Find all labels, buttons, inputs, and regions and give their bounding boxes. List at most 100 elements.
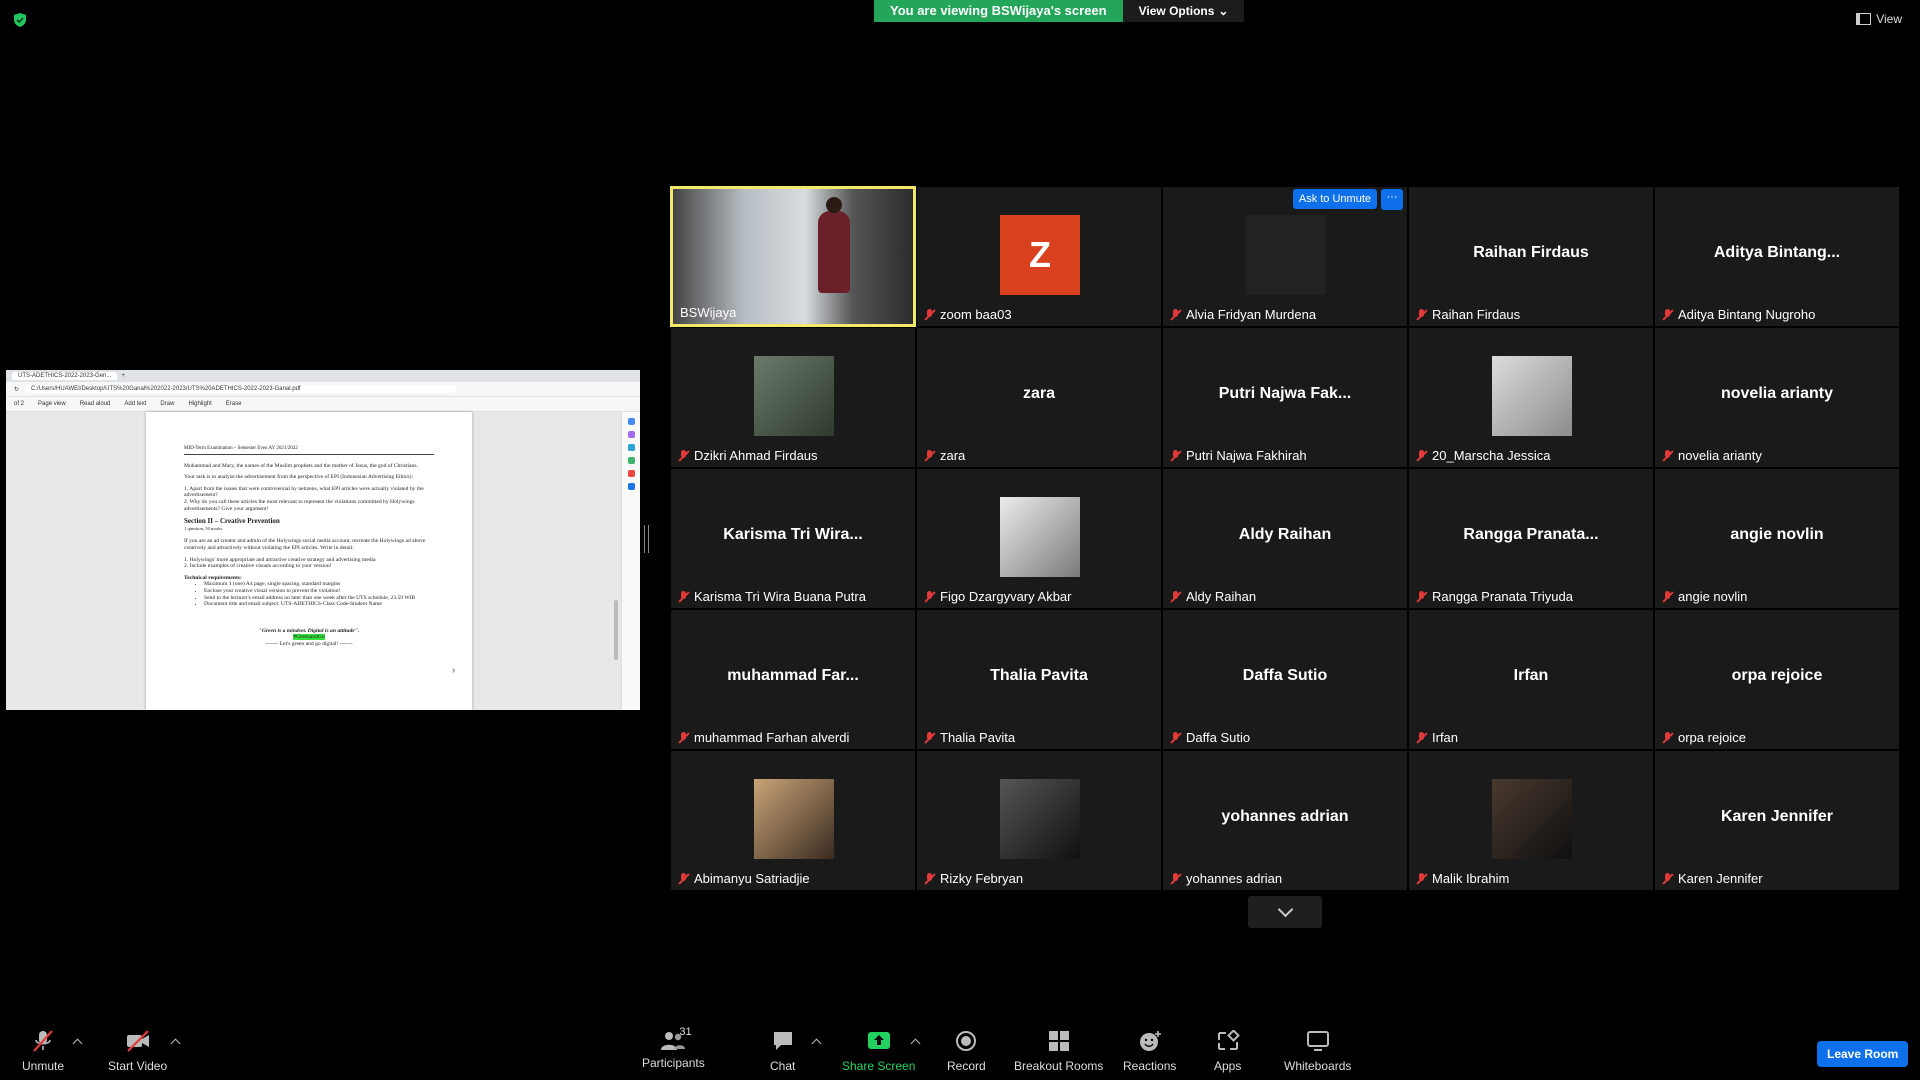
split-resize-handle[interactable]: [644, 525, 649, 553]
doc-tech-list: Maximum 1 (one) A4 page, single spacing,…: [184, 581, 434, 607]
record-icon: [956, 1031, 977, 1051]
participant-name-tag: zoom baa03: [924, 307, 1012, 322]
mic-muted-icon: [1662, 872, 1674, 885]
doc-paragraph: 1. Apart from the issues that were contr…: [184, 485, 424, 499]
pdf-tool-draw: Draw: [160, 401, 175, 407]
breakout-rooms-icon: [1048, 1031, 1069, 1051]
whiteboards-label: Whiteboards: [1284, 1059, 1352, 1073]
chevron-right-icon: ›: [452, 665, 456, 676]
participants-icon-group: 31: [651, 1026, 695, 1052]
participant-display-name: muhammad Far...: [727, 667, 859, 684]
participant-tile[interactable]: Irfan Irfan: [1408, 609, 1654, 750]
pdf-tool-erase: Erase: [225, 401, 242, 407]
video-options-caret[interactable]: [170, 1038, 181, 1049]
mic-muted-icon: [678, 449, 690, 462]
participant-tile[interactable]: Putri Najwa Fak... Putri Najwa Fakhirah: [1162, 327, 1408, 468]
participant-name: Irfan: [1432, 730, 1459, 745]
participant-tile[interactable]: Rangga Pranata... Rangga Pranata Triyuda: [1408, 468, 1654, 609]
participant-name: Figo Dzargyvary Akbar: [940, 589, 1072, 604]
participant-tile[interactable]: Malik Ibrahim: [1408, 750, 1654, 891]
participant-tile[interactable]: angie novlin angie novlin: [1654, 468, 1900, 609]
apps-icon: [1217, 1029, 1240, 1050]
participant-tile[interactable]: Rizky Febryan: [916, 750, 1162, 891]
shared-screen[interactable]: UTS-ADETHICS-2022-2023-Gen... + ↻ C:/Use…: [6, 370, 640, 710]
participant-name-tag: zara: [924, 448, 965, 463]
refresh-icon: ↻: [14, 386, 20, 393]
doc-paragraph: Muhammad and Mary, the names of the Musl…: [184, 462, 418, 469]
participant-tile[interactable]: Abimanyu Satriadjie: [670, 750, 916, 891]
mic-muted-icon: [1170, 449, 1182, 462]
mic-muted-icon: [1170, 308, 1182, 321]
participant-name-tag: orpa rejoice: [1662, 730, 1746, 745]
participant-photo: [754, 779, 834, 859]
pdf-tool-highlight: Highlight: [188, 401, 212, 407]
participant-name: Thalia Pavita: [940, 730, 1016, 745]
whiteboards-button[interactable]: Whiteboards: [1284, 1030, 1351, 1073]
participant-name-tag: Abimanyu Satriadjie: [678, 871, 810, 886]
apps-button[interactable]: Apps: [1214, 1029, 1241, 1073]
participant-name-tag: BSWijaya: [680, 305, 736, 320]
view-label: View: [1876, 12, 1902, 26]
participant-name-tag: novelia arianty: [1662, 448, 1762, 463]
participant-grid: BSWijaya Z zoom baa03 Ask to Unmute ··· …: [670, 186, 1900, 891]
ask-to-unmute-button[interactable]: Ask to Unmute: [1292, 189, 1377, 209]
briefcase-icon: [627, 444, 635, 451]
mic-muted-icon: [1416, 731, 1428, 744]
doc-paragraph: If you are an ad creator and admin of th…: [184, 538, 426, 551]
participant-tile[interactable]: Karisma Tri Wira... Karisma Tri Wira Bua…: [670, 468, 916, 609]
participant-tile[interactable]: Karen Jennifer Karen Jennifer: [1654, 750, 1900, 891]
next-page-button[interactable]: [1248, 896, 1322, 928]
leave-room-button[interactable]: Leave Room: [1817, 1041, 1909, 1067]
participant-name-tag: Aditya Bintang Nugroho: [1662, 307, 1815, 322]
participant-tile[interactable]: 20_Marscha Jessica: [1408, 327, 1654, 468]
participant-tile[interactable]: zara zara: [916, 327, 1162, 468]
participant-name-tag: angie novlin: [1662, 589, 1747, 604]
audio-options-caret[interactable]: [72, 1038, 83, 1049]
share-screen-icon: [867, 1032, 890, 1049]
record-button[interactable]: Record: [947, 1030, 986, 1073]
participant-tile[interactable]: BSWijaya: [670, 186, 916, 327]
mic-muted-icon: [1416, 308, 1428, 321]
mic-muted-icon: [1416, 872, 1428, 885]
view-layout-button[interactable]: View: [1856, 12, 1902, 26]
doc-paragraph: 2. Include examples of creative visuals …: [184, 563, 332, 570]
participant-tile[interactable]: Figo Dzargyvary Akbar: [916, 468, 1162, 609]
participant-tile[interactable]: Aditya Bintang... Aditya Bintang Nugroho: [1654, 186, 1900, 327]
view-options-button[interactable]: View Options ⌄: [1122, 0, 1245, 22]
breakout-rooms-button[interactable]: Breakout Rooms: [1014, 1030, 1103, 1073]
participant-photo: [1492, 779, 1572, 859]
participant-tile[interactable]: Dzikri Ahmad Firdaus: [670, 327, 916, 468]
reactions-button[interactable]: Reactions: [1123, 1030, 1176, 1073]
participant-tile[interactable]: Raihan Firdaus Raihan Firdaus: [1408, 186, 1654, 327]
participant-tile[interactable]: orpa rejoice orpa rejoice: [1654, 609, 1900, 750]
start-video-label: Start Video: [108, 1059, 168, 1073]
participant-tile[interactable]: muhammad Far... muhammad Farhan alverdi: [670, 609, 916, 750]
search-icon: [627, 418, 635, 425]
security-shield-icon[interactable]: [12, 12, 28, 28]
more-options-button[interactable]: ···: [1381, 189, 1403, 210]
share-screen-button[interactable]: Share Screen: [842, 1030, 915, 1073]
mic-muted-icon: [1170, 872, 1182, 885]
chat-icon: [773, 1032, 792, 1050]
participant-tile[interactable]: yohannes adrian yohannes adrian: [1162, 750, 1408, 891]
participant-name-tag: Figo Dzargyvary Akbar: [924, 589, 1072, 604]
start-video-button[interactable]: Start Video: [108, 1030, 167, 1073]
participant-tile[interactable]: Thalia Pavita Thalia Pavita: [916, 609, 1162, 750]
participant-tile[interactable]: novelia arianty novelia arianty: [1654, 327, 1900, 468]
unmute-button[interactable]: Unmute: [22, 1030, 64, 1073]
doc-quote: "Green is a mindset. Digital is an attit…: [258, 627, 360, 634]
browser-tab: UTS-ADETHICS-2022-2023-Gen...: [12, 372, 118, 380]
record-label: Record: [947, 1059, 986, 1073]
participant-tile[interactable]: Daffa Sutio Daffa Sutio: [1162, 609, 1408, 750]
chat-button[interactable]: Chat: [770, 1030, 795, 1073]
participant-display-name: orpa rejoice: [1731, 667, 1823, 684]
pdf-toolbar: of 2 Page view Read aloud Add text Draw …: [6, 397, 640, 412]
chat-options-caret[interactable]: [811, 1038, 822, 1049]
participant-tile[interactable]: Aldy Raihan Aldy Raihan: [1162, 468, 1408, 609]
participant-tile[interactable]: Ask to Unmute ··· Alvia Fridyan Murdena: [1162, 186, 1408, 327]
participant-name-tag: Aldy Raihan: [1170, 589, 1256, 604]
participants-button[interactable]: 31 Participants: [642, 1026, 705, 1070]
doc-paragraph: Your task is to analyze the advertisemen…: [184, 474, 414, 481]
mic-muted-icon: [1416, 449, 1428, 462]
participant-tile[interactable]: Z zoom baa03: [916, 186, 1162, 327]
